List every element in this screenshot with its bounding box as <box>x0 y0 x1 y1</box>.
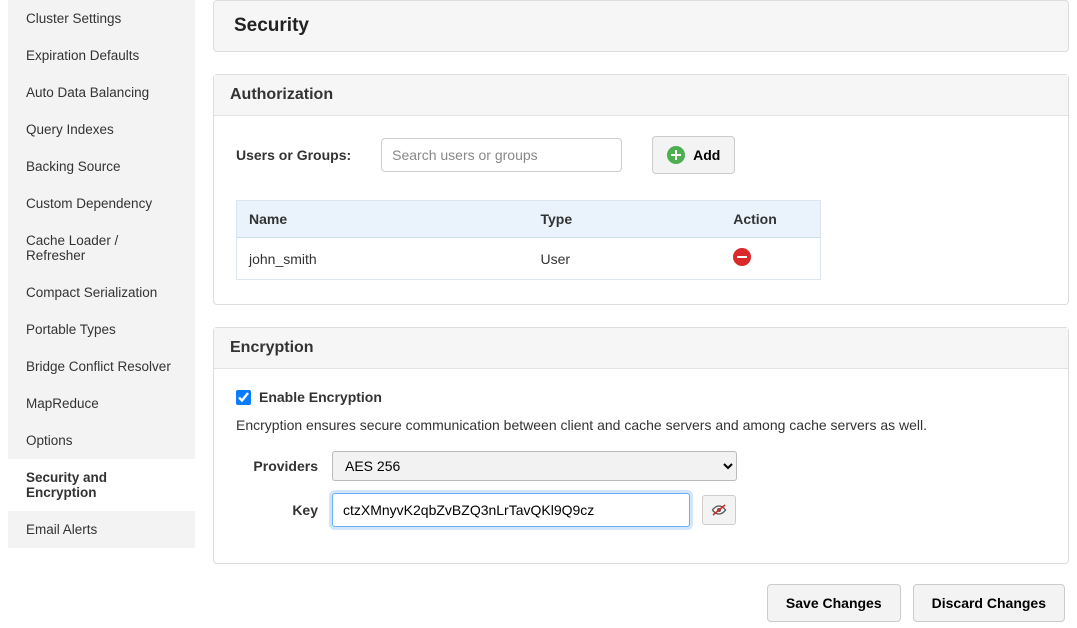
sidebar-item-portable-types[interactable]: Portable Types <box>8 311 195 348</box>
providers-select[interactable]: AES 256 <box>332 451 737 481</box>
encryption-panel: Encryption Enable Encryption Encryption … <box>213 327 1069 564</box>
sidebar-item-options[interactable]: Options <box>8 422 195 459</box>
sidebar-item-compact-serialization[interactable]: Compact Serialization <box>8 274 195 311</box>
sidebar-item-bridge-conflict-resolver[interactable]: Bridge Conflict Resolver <box>8 348 195 385</box>
sidebar: Cluster Settings Expiration Defaults Aut… <box>8 0 195 548</box>
enable-encryption-checkbox[interactable] <box>236 390 251 405</box>
sidebar-item-email-alerts[interactable]: Email Alerts <box>8 511 195 548</box>
users-groups-label: Users or Groups: <box>236 147 351 163</box>
key-input[interactable] <box>332 493 690 527</box>
providers-label: Providers <box>236 458 332 474</box>
plus-icon <box>667 146 685 164</box>
encryption-header: Encryption <box>214 328 1068 369</box>
eye-slash-icon <box>711 504 727 516</box>
table-header-action: Action <box>721 201 820 238</box>
sidebar-item-auto-data-balancing[interactable]: Auto Data Balancing <box>8 74 195 111</box>
footer-actions: Save Changes Discard Changes <box>213 584 1069 622</box>
table-row: john_smith User <box>237 238 821 280</box>
table-header-name: Name <box>237 201 529 238</box>
toggle-key-visibility-button[interactable] <box>702 495 736 525</box>
discard-changes-button[interactable]: Discard Changes <box>913 584 1065 622</box>
cell-name: john_smith <box>237 238 529 280</box>
cell-action <box>721 238 820 280</box>
page-title: Security <box>234 15 1048 37</box>
sidebar-item-cache-loader-refresher[interactable]: Cache Loader / Refresher <box>8 222 195 274</box>
add-button-label: Add <box>693 147 720 163</box>
sidebar-item-security-and-encryption[interactable]: Security and Encryption <box>8 459 195 511</box>
enable-encryption-label: Enable Encryption <box>259 389 382 405</box>
sidebar-item-cluster-settings[interactable]: Cluster Settings <box>8 0 195 37</box>
sidebar-item-mapreduce[interactable]: MapReduce <box>8 385 195 422</box>
main-content: Security Authorization Users or Groups: … <box>195 0 1069 620</box>
page-header: Security <box>213 0 1069 52</box>
sidebar-item-expiration-defaults[interactable]: Expiration Defaults <box>8 37 195 74</box>
users-table: Name Type Action john_smith User <box>236 200 821 280</box>
key-label: Key <box>236 502 332 518</box>
authorization-panel: Authorization Users or Groups: Add Name … <box>213 74 1069 305</box>
encryption-description: Encryption ensures secure communication … <box>236 417 1046 433</box>
search-users-input[interactable] <box>381 138 622 172</box>
sidebar-item-backing-source[interactable]: Backing Source <box>8 148 195 185</box>
sidebar-item-query-indexes[interactable]: Query Indexes <box>8 111 195 148</box>
table-header-type: Type <box>529 201 722 238</box>
cell-type: User <box>529 238 722 280</box>
remove-icon[interactable] <box>733 248 751 266</box>
add-button[interactable]: Add <box>652 136 735 174</box>
sidebar-item-custom-dependency[interactable]: Custom Dependency <box>8 185 195 222</box>
save-changes-button[interactable]: Save Changes <box>767 584 901 622</box>
authorization-header: Authorization <box>214 75 1068 116</box>
